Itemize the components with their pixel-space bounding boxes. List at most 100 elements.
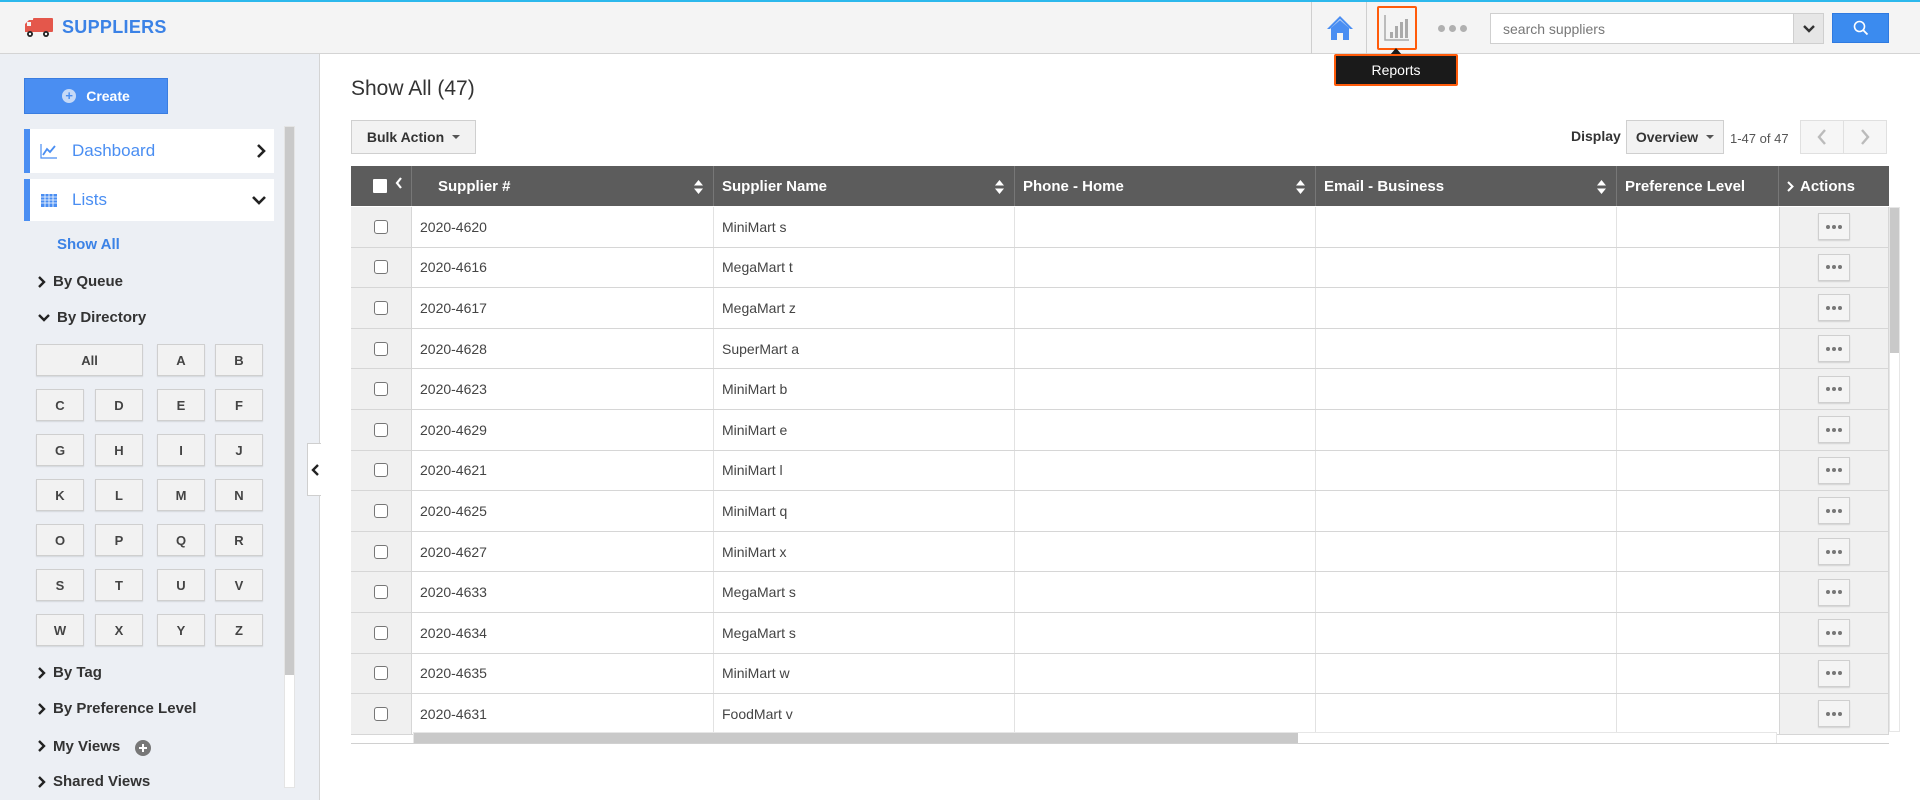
row-checkbox[interactable] <box>374 463 388 478</box>
directory-letter-c[interactable]: C <box>36 389 84 421</box>
tree-by-preference-level[interactable]: By Preference Level <box>38 700 196 717</box>
row-checkbox[interactable] <box>374 544 388 559</box>
tree-my-views[interactable]: My Views <box>38 736 152 756</box>
bulk-action-button[interactable]: Bulk Action <box>351 120 476 154</box>
row-checkbox[interactable] <box>374 260 388 275</box>
column-email-business[interactable]: Email - Business <box>1316 166 1617 206</box>
row-actions-button[interactable] <box>1818 294 1850 322</box>
row-checkbox[interactable] <box>374 706 388 721</box>
reports-button[interactable] <box>1377 6 1417 50</box>
cell-supplier-number[interactable]: 2020-4629 <box>412 410 714 450</box>
directory-letter-b[interactable]: B <box>215 344 263 376</box>
cell-supplier-number[interactable]: 2020-4623 <box>412 369 714 409</box>
chevron-left-icon[interactable] <box>395 177 403 189</box>
cell-supplier-name[interactable]: MiniMart w <box>714 653 1015 694</box>
directory-letter-g[interactable]: G <box>36 434 84 466</box>
row-actions-button[interactable] <box>1818 456 1850 484</box>
cell-supplier-number[interactable]: 2020-4621 <box>412 450 714 491</box>
table-row[interactable]: 2020-4628 SuperMart a <box>351 328 1889 370</box>
cell-supplier-name[interactable]: MiniMart x <box>714 531 1015 572</box>
cell-supplier-name[interactable]: MiniMart b <box>714 369 1015 409</box>
row-checkbox[interactable] <box>374 666 388 681</box>
directory-letter-m[interactable]: M <box>157 479 205 511</box>
more-dots-icon[interactable] <box>1438 18 1468 38</box>
directory-letter-r[interactable]: R <box>215 524 263 556</box>
tree-by-tag[interactable]: By Tag <box>38 664 102 681</box>
table-row[interactable]: 2020-4635 MiniMart w <box>351 653 1889 695</box>
table-vertical-scrollbar[interactable] <box>1889 207 1900 732</box>
row-actions-button[interactable] <box>1818 538 1850 566</box>
cell-supplier-name[interactable]: MegaMart t <box>714 247 1015 288</box>
directory-letter-e[interactable]: E <box>157 389 205 421</box>
create-button[interactable]: + Create <box>24 78 168 114</box>
column-preference-level[interactable]: Preference Level <box>1617 166 1779 206</box>
tree-shared-views[interactable]: Shared Views <box>38 773 150 790</box>
directory-letter-y[interactable]: Y <box>157 614 205 646</box>
search-input[interactable] <box>1490 13 1795 44</box>
cell-supplier-number[interactable]: 2020-4635 <box>412 653 714 694</box>
collapse-sidebar-button[interactable] <box>307 443 321 496</box>
cell-supplier-number[interactable]: 2020-4628 <box>412 328 714 369</box>
cell-supplier-number[interactable]: 2020-4617 <box>412 288 714 328</box>
row-checkbox[interactable] <box>374 341 388 356</box>
cell-supplier-name[interactable]: MiniMart e <box>714 410 1015 450</box>
table-row[interactable]: 2020-4631 FoodMart v <box>351 694 1889 735</box>
cell-supplier-name[interactable]: MiniMart q <box>714 491 1015 531</box>
cell-supplier-number[interactable]: 2020-4625 <box>412 491 714 531</box>
vertical-scrollbar-thumb[interactable] <box>1890 208 1899 353</box>
add-view-icon[interactable] <box>135 740 152 756</box>
directory-letter-i[interactable]: I <box>157 434 205 466</box>
row-actions-button[interactable] <box>1818 375 1850 403</box>
directory-letter-o[interactable]: O <box>36 524 84 556</box>
row-actions-button[interactable] <box>1818 416 1850 444</box>
next-page-button[interactable] <box>1843 120 1887 154</box>
row-actions-button[interactable] <box>1818 253 1850 281</box>
table-row[interactable]: 2020-4620 MiniMart s <box>351 207 1889 248</box>
cell-supplier-name[interactable]: MiniMart l <box>714 450 1015 491</box>
cell-supplier-number[interactable]: 2020-4627 <box>412 531 714 572</box>
row-actions-button[interactable] <box>1818 700 1850 728</box>
table-row[interactable]: 2020-4623 MiniMart b <box>351 369 1889 410</box>
row-actions-button[interactable] <box>1818 497 1850 525</box>
row-actions-button[interactable] <box>1818 659 1850 687</box>
directory-all-button[interactable]: All <box>36 344 143 376</box>
horizontal-scrollbar-thumb[interactable] <box>414 733 1298 743</box>
row-checkbox[interactable] <box>374 382 388 397</box>
row-checkbox[interactable] <box>374 585 388 600</box>
column-phone-home[interactable]: Phone - Home <box>1015 166 1316 206</box>
directory-letter-p[interactable]: P <box>95 524 143 556</box>
directory-letter-l[interactable]: L <box>95 479 143 511</box>
row-checkbox[interactable] <box>374 503 388 518</box>
table-row[interactable]: 2020-4629 MiniMart e <box>351 410 1889 451</box>
directory-letter-w[interactable]: W <box>36 614 84 646</box>
table-row[interactable]: 2020-4625 MiniMart q <box>351 491 1889 532</box>
row-actions-button[interactable] <box>1818 578 1850 606</box>
row-actions-button[interactable] <box>1818 335 1850 363</box>
tree-by-queue[interactable]: By Queue <box>38 273 123 290</box>
row-actions-button[interactable] <box>1818 619 1850 647</box>
cell-supplier-name[interactable]: MegaMart s <box>714 572 1015 612</box>
row-checkbox[interactable] <box>374 625 388 640</box>
column-actions[interactable]: Actions <box>1779 166 1889 206</box>
table-row[interactable]: 2020-4634 MegaMart s <box>351 613 1889 654</box>
directory-letter-u[interactable]: U <box>157 569 205 601</box>
row-actions-button[interactable] <box>1818 213 1850 241</box>
directory-letter-s[interactable]: S <box>36 569 84 601</box>
cell-supplier-name[interactable]: MegaMart s <box>714 613 1015 653</box>
table-row[interactable]: 2020-4621 MiniMart l <box>351 450 1889 492</box>
cell-supplier-number[interactable]: 2020-4633 <box>412 572 714 612</box>
directory-letter-h[interactable]: H <box>95 434 143 466</box>
directory-letter-d[interactable]: D <box>95 389 143 421</box>
sidebar-scrollbar-thumb[interactable] <box>285 127 294 675</box>
search-button[interactable] <box>1832 13 1889 43</box>
table-row[interactable]: 2020-4617 MegaMart z <box>351 288 1889 329</box>
directory-letter-a[interactable]: A <box>157 344 205 376</box>
directory-letter-x[interactable]: X <box>95 614 143 646</box>
prev-page-button[interactable] <box>1800 120 1844 154</box>
directory-letter-q[interactable]: Q <box>157 524 205 556</box>
home-button[interactable] <box>1326 14 1354 42</box>
directory-letter-t[interactable]: T <box>95 569 143 601</box>
directory-letter-k[interactable]: K <box>36 479 84 511</box>
cell-supplier-name[interactable]: FoodMart v <box>714 694 1015 734</box>
directory-letter-j[interactable]: J <box>215 434 263 466</box>
